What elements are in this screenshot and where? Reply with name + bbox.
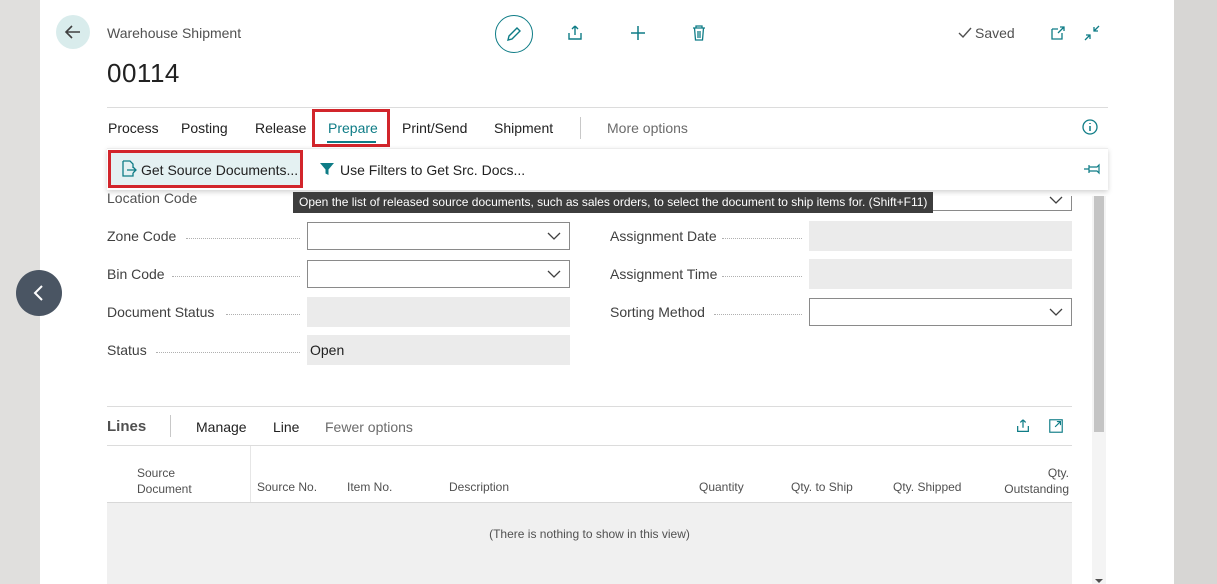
lines-tab-line[interactable]: Line [273,419,299,435]
col-header-qty-to-ship[interactable]: Qty. to Ship [791,479,853,495]
chevron-down-icon [1049,308,1063,316]
expand-icon [1049,419,1063,433]
tab-more-options[interactable]: More options [607,120,688,136]
delete-button[interactable] [687,21,711,45]
field-leader [226,314,300,315]
get-documents-icon [121,160,137,182]
zone-code-select[interactable] [307,222,570,250]
tab-separator [580,117,581,139]
field-leader [186,238,300,239]
col-header-line1: Source [137,466,176,480]
field-label-bin-code: Bin Code [107,266,165,282]
trash-icon [693,25,705,41]
pin-button[interactable] [1080,157,1104,181]
saved-label: Saved [975,25,1015,41]
field-leader [722,276,802,277]
edit-button[interactable] [495,15,533,53]
new-button[interactable] [626,21,650,45]
open-new-window-button[interactable] [1046,21,1070,45]
field-label-sorting-method: Sorting Method [610,304,705,320]
use-filters-button[interactable]: Use Filters to Get Src. Docs... [340,162,525,178]
tab-print-send[interactable]: Print/Send [402,120,467,136]
scroll-down-arrow-icon[interactable] [1094,571,1104,584]
open-new-window-icon [1051,26,1065,40]
col-header-quantity[interactable]: Quantity [699,479,744,495]
sorting-method-select[interactable] [809,298,1072,326]
saved-status: Saved [958,25,1015,41]
scrollbar-thumb[interactable] [1094,196,1104,432]
field-leader [156,352,300,353]
tab-shipment[interactable]: Shipment [494,120,553,136]
col-header-line2: Document [137,482,192,496]
assignment-date-value [809,221,1072,251]
col-header-item-no[interactable]: Item No. [347,479,392,495]
bin-code-select[interactable] [307,260,570,288]
col-header-source-no[interactable]: Source No. [257,479,317,495]
col-header-qty-outstanding[interactable]: Qty. Outstanding [990,465,1069,497]
lines-grid-body [107,502,1072,584]
get-source-documents-label: Get Source Documents... [141,162,299,178]
plus-icon [631,26,645,40]
lines-tab-fewer-options[interactable]: Fewer options [325,419,413,435]
back-arrow-icon [64,25,80,39]
chevron-down-icon [1049,196,1063,204]
info-button[interactable] [1078,115,1102,139]
document-number: 00114 [107,58,180,88]
info-icon [1082,119,1098,135]
field-label-location-code: Location Code [107,190,198,206]
back-button[interactable] [56,15,90,49]
lines-title: Lines [107,418,147,435]
field-label-document-status: Document Status [107,304,215,320]
field-label-status: Status [107,342,147,358]
chevron-left-icon [33,285,43,301]
col-header-line1: Qty. [1047,466,1069,480]
tab-posting[interactable]: Posting [181,120,228,136]
share-icon [1017,419,1029,432]
field-leader [714,314,802,315]
field-label-assignment-time: Assignment Time [610,266,718,282]
col-header-line2: Outstanding [1004,482,1069,496]
pin-icon [1084,163,1100,175]
tab-release[interactable]: Release [255,120,306,136]
lines-header-divider [107,445,1072,446]
filter-icon [319,161,335,182]
lines-expand-button[interactable] [1044,414,1068,438]
field-leader [722,238,802,239]
page-caption: Warehouse Shipment [107,25,242,41]
col-header-description[interactable]: Description [449,479,509,495]
tabbar-divider [107,107,1108,108]
assignment-time-value [809,259,1072,289]
pencil-icon [507,27,521,41]
tab-process[interactable]: Process [108,120,159,136]
field-label-zone-code: Zone Code [107,228,177,244]
lines-tab-manage[interactable]: Manage [196,419,247,435]
tooltip: Open the list of released source documen… [293,192,934,213]
chevron-down-icon [547,232,561,240]
column-separator [250,446,251,502]
collapse-button[interactable] [1080,21,1104,45]
field-leader [172,276,300,277]
share-button[interactable] [563,21,587,45]
collapse-icon [1084,25,1100,41]
document-status-value [307,297,570,327]
checkmark-icon [958,27,972,39]
empty-message: (There is nothing to show in this view) [489,527,690,541]
previous-page-button[interactable] [16,270,62,316]
share-icon [568,25,582,40]
right-backdrop [1174,0,1217,584]
col-header-qty-shipped[interactable]: Qty. Shipped [893,479,961,495]
col-header-source-document[interactable]: Source Document [137,465,192,497]
lines-share-button[interactable] [1011,414,1035,438]
field-label-assignment-date: Assignment Date [610,228,717,244]
lines-divider-top [107,406,1072,407]
lines-separator [170,415,171,437]
chevron-down-icon [547,270,561,278]
status-value: Open [307,335,570,365]
active-tab-underline [327,141,376,143]
